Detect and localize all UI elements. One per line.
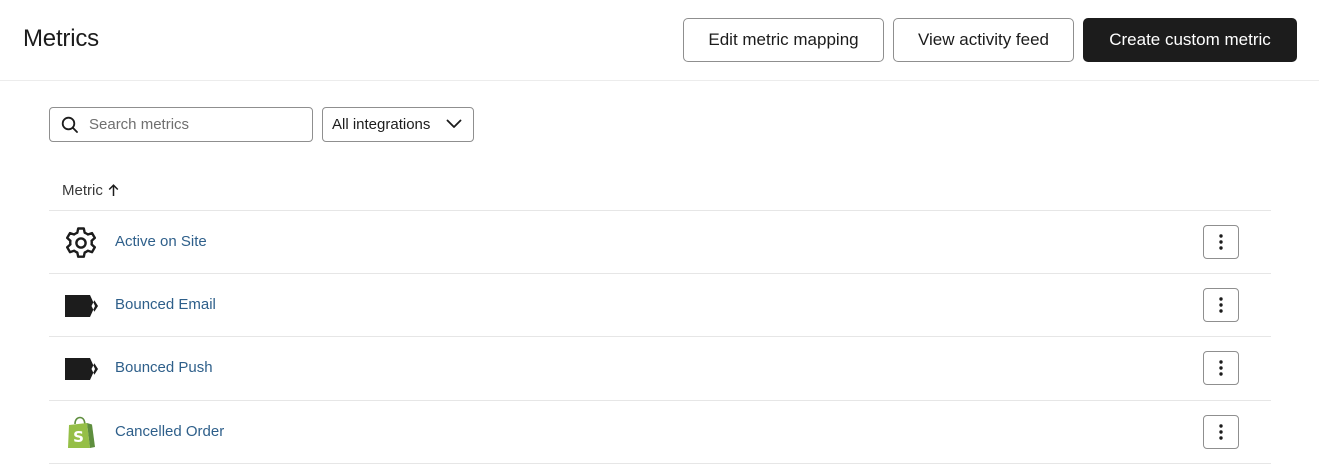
integrations-dropdown[interactable]: All integrations [322,107,474,142]
search-box[interactable] [49,107,313,142]
edit-metric-mapping-button[interactable]: Edit metric mapping [683,18,884,62]
klaviyo-flag-icon [63,351,99,387]
page-title: Metrics [23,25,99,52]
gear-icon [63,225,99,261]
page-header: Metrics Edit metric mapping View activit… [0,0,1319,81]
more-vertical-icon [1219,360,1223,376]
row-actions-button[interactable] [1203,225,1239,259]
integrations-dropdown-value: All integrations [332,116,431,133]
svg-text:S: S [73,428,84,446]
row-actions-button[interactable] [1203,288,1239,322]
table-row: Active on Site [49,211,1271,274]
more-vertical-icon [1219,234,1223,250]
row-actions-button[interactable] [1203,351,1239,385]
klaviyo-flag-icon [63,288,99,324]
view-activity-feed-button[interactable]: View activity feed [893,18,1074,62]
row-actions-button[interactable] [1203,415,1239,449]
create-custom-metric-button[interactable]: Create custom metric [1083,18,1297,62]
metric-column-label: Metric [62,182,103,199]
sort-arrow-up-icon [108,184,119,196]
search-input[interactable] [89,109,304,140]
table-row: Bounced Email [49,274,1271,337]
search-icon [61,116,78,133]
table-divider [49,463,1271,464]
chevron-down-icon [446,119,462,128]
metric-column-header[interactable]: Metric [62,182,119,199]
shopify-icon: S [63,415,99,451]
more-vertical-icon [1219,297,1223,313]
metric-link[interactable]: Bounced Email [115,296,216,313]
table-row: Bounced Push [49,337,1271,400]
metric-link[interactable]: Active on Site [115,233,207,250]
metric-link[interactable]: Cancelled Order [115,423,224,440]
metric-link[interactable]: Bounced Push [115,359,213,376]
table-row: S Cancelled Order [49,401,1271,464]
more-vertical-icon [1219,424,1223,440]
